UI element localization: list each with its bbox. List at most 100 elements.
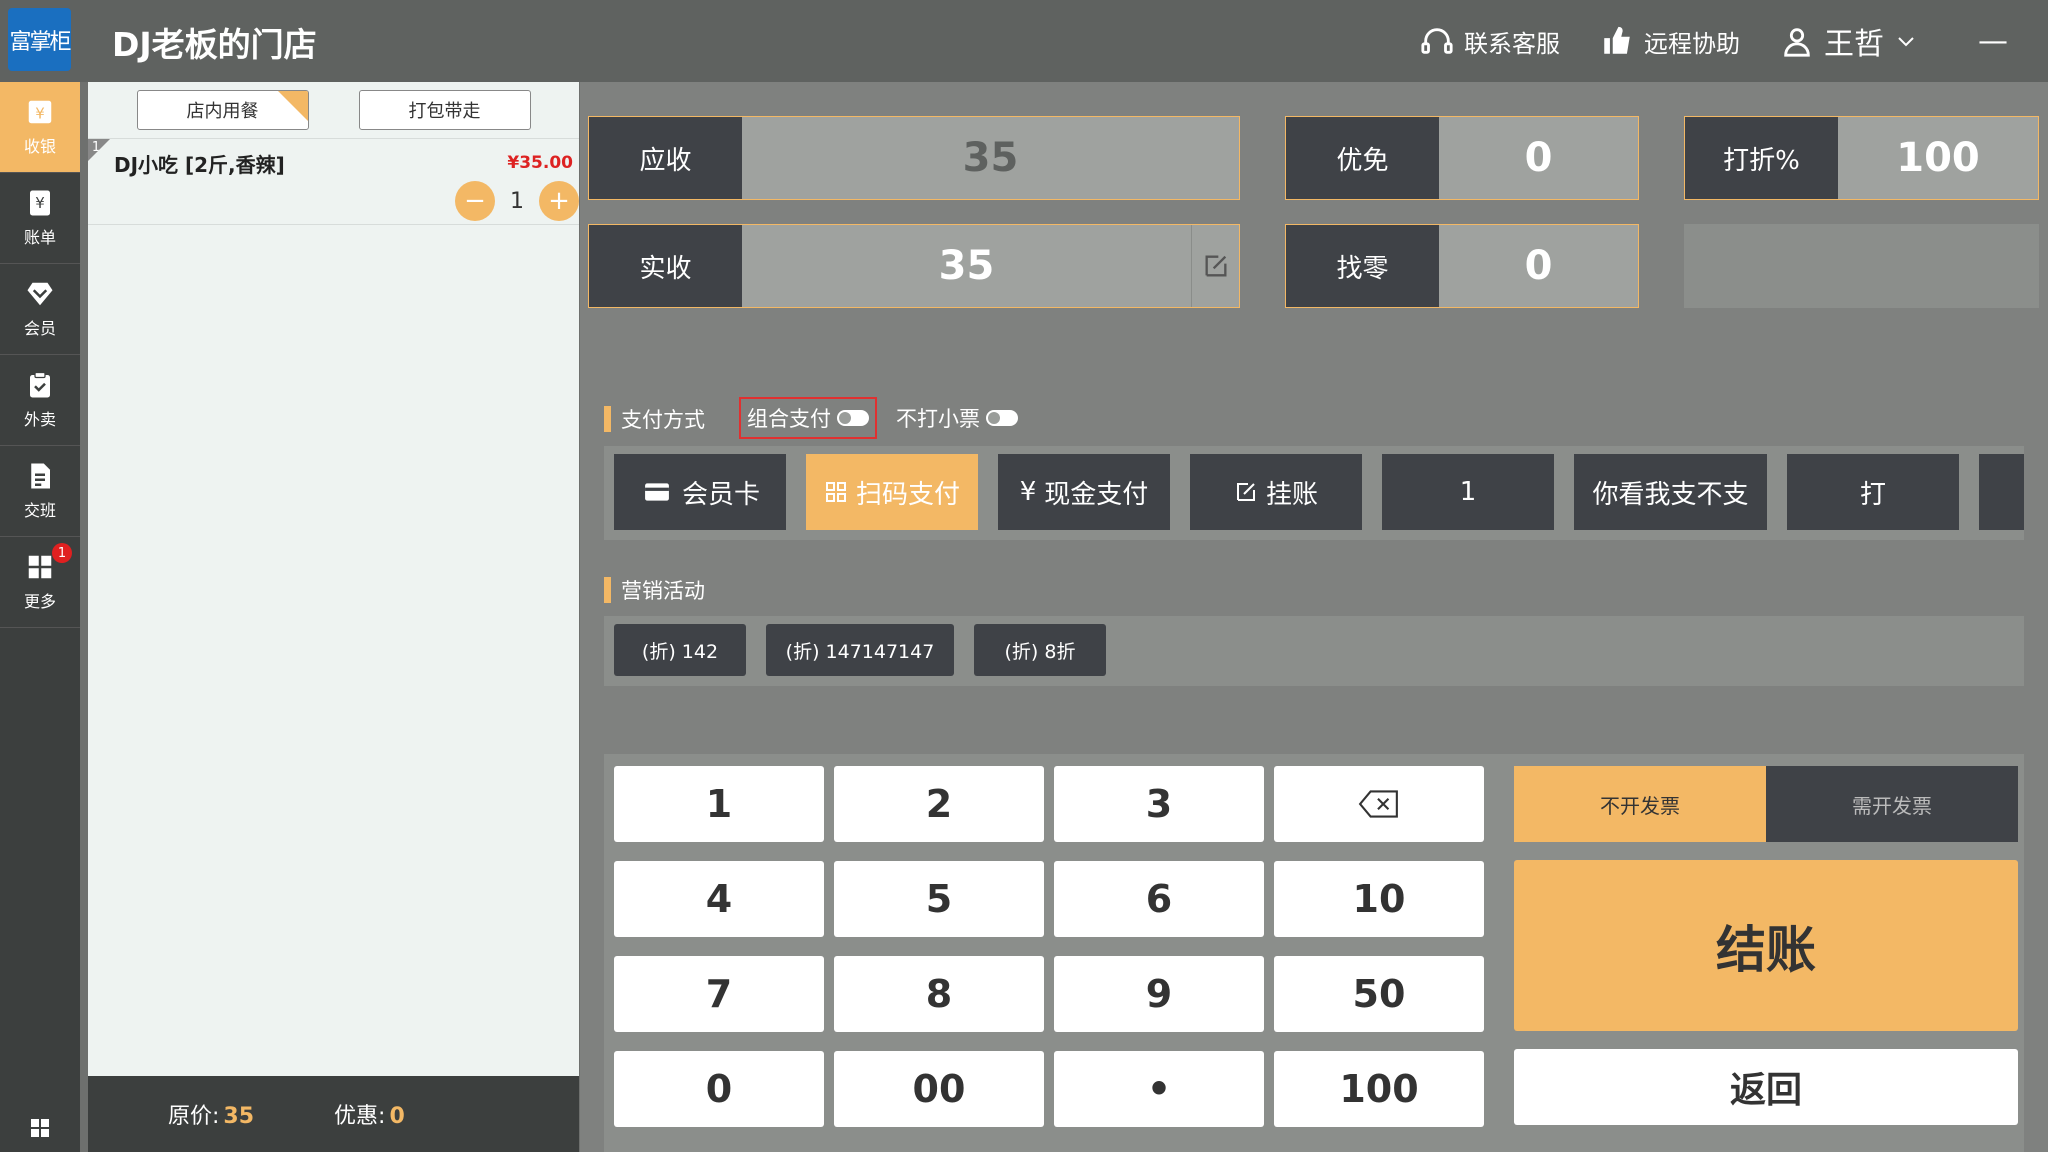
combo-payment-toggle[interactable]: 组合支付 — [739, 397, 877, 439]
pay-method-label: 1 — [1459, 477, 1477, 507]
no-invoice-option[interactable]: 不开发票 — [1514, 766, 1766, 842]
increase-button[interactable]: + — [539, 181, 579, 221]
promotion-item[interactable]: (折) 147147147 — [766, 624, 954, 676]
sidebar-item-cashier[interactable]: ¥ 收银 — [0, 82, 80, 173]
key-decimal[interactable]: • — [1054, 1051, 1264, 1127]
receivable-box: 应收 35 — [588, 116, 1240, 200]
sidebar-label: 会员 — [23, 319, 56, 338]
key-6[interactable]: 6 — [1054, 861, 1264, 937]
key-1[interactable]: 1 — [614, 766, 824, 842]
apps-grid-button[interactable] — [0, 1116, 80, 1140]
sidebar: ¥ 收银 ¥ 账单 会员 外卖 交班 更多 1 — [0, 82, 80, 1152]
sidebar-item-takeout[interactable]: 外卖 — [0, 355, 80, 446]
sidebar-item-more[interactable]: 更多 1 — [0, 537, 80, 628]
remote-assist-button[interactable]: 远程协助 — [1600, 24, 1740, 59]
sidebar-label: 外卖 — [23, 410, 56, 429]
notification-badge: 1 — [52, 543, 72, 563]
original-price-label: 原价: — [168, 1104, 220, 1129]
key-9[interactable]: 9 — [1054, 956, 1264, 1032]
user-icon — [1784, 28, 1810, 57]
key-10[interactable]: 10 — [1274, 861, 1484, 937]
key-5[interactable]: 5 — [834, 861, 1044, 937]
promotion-item[interactable]: (折) 8折 — [974, 624, 1106, 676]
quantity-stepper: − 1 + — [455, 181, 579, 221]
pay-qr-button[interactable]: 扫码支付 — [806, 454, 978, 530]
received-box[interactable]: 实收 35 — [588, 224, 1240, 308]
backspace-button[interactable] — [1274, 766, 1484, 842]
checkout-button[interactable]: 结账 — [1514, 860, 2018, 1031]
customer-service-label: 联系客服 — [1464, 29, 1560, 58]
yen-icon: ¥ — [1019, 477, 1037, 507]
qr-code-icon — [825, 482, 846, 502]
key-0[interactable]: 0 — [614, 1051, 824, 1127]
top-bar: 富掌柜 DJ老板的门店 联系客服 远程协助 王哲 — — [0, 0, 2048, 82]
cashier-icon: ¥ — [28, 100, 52, 124]
key-7[interactable]: 7 — [614, 956, 824, 1032]
sidebar-item-member[interactable]: 会员 — [0, 264, 80, 355]
member-icon — [27, 282, 53, 306]
pay-method-custom-1[interactable]: 1 — [1382, 454, 1554, 530]
need-invoice-option[interactable]: 需开发票 — [1766, 766, 2018, 842]
change-label: 找零 — [1286, 225, 1439, 307]
change-box: 找零 0 — [1285, 224, 1639, 308]
pay-method-custom-2[interactable]: 你看我支不支 — [1574, 454, 1767, 530]
no-receipt-toggle[interactable]: 不打小票 — [896, 403, 1018, 433]
pay-method-custom-3[interactable]: 打 — [1787, 454, 1959, 530]
pay-member-card-button[interactable]: 会员卡 — [614, 454, 786, 530]
customer-service-button[interactable]: 联系客服 — [1420, 24, 1560, 59]
sidebar-label: 收银 — [23, 137, 56, 156]
promotion-list: (折) 142 (折) 147147147 (折) 8折 — [604, 616, 2024, 686]
order-panel: 店内用餐 打包带走 1 DJ小吃 [2斤,香辣] ¥35.00 − 1 + — [88, 82, 579, 1076]
toggle-switch-icon[interactable] — [837, 410, 869, 426]
original-price-value: 35 — [223, 1104, 255, 1129]
sidebar-item-bill[interactable]: ¥ 账单 — [0, 173, 80, 264]
sidebar-item-shift[interactable]: 交班 — [0, 446, 80, 537]
user-menu[interactable]: 王哲 — [1780, 19, 1918, 63]
tab-takeaway[interactable]: 打包带走 — [358, 90, 531, 130]
no-receipt-label: 不打小票 — [896, 407, 980, 431]
backspace-icon — [1358, 790, 1398, 818]
receivable-value: 35 — [742, 117, 1239, 199]
invoice-toggle: 不开发票 需开发票 — [1514, 766, 2018, 842]
promotion-item[interactable]: (折) 142 — [614, 624, 746, 676]
payment-title-text: 支付方式 — [621, 408, 705, 432]
tab-dine-in[interactable]: 店内用餐 — [136, 90, 309, 130]
section-marker — [604, 406, 611, 432]
original-price: 原价: 35 — [168, 1098, 254, 1130]
received-value: 35 — [742, 225, 1191, 307]
grid-icon — [31, 1119, 49, 1137]
card-icon — [645, 483, 669, 501]
headset-icon — [1421, 28, 1453, 54]
discount-box[interactable]: 优免 0 — [1285, 116, 1639, 200]
sidebar-label: 更多 — [23, 592, 56, 611]
decrease-button[interactable]: − — [455, 181, 495, 221]
toggle-switch-icon[interactable] — [986, 410, 1018, 426]
key-50[interactable]: 50 — [1274, 956, 1484, 1032]
pay-cash-button[interactable]: ¥ 现金支付 — [998, 454, 1170, 530]
user-name: 王哲 — [1824, 27, 1884, 62]
back-button[interactable]: 返回 — [1514, 1049, 2018, 1125]
key-8[interactable]: 8 — [834, 956, 1044, 1032]
checkout-area: 应收 35 优免 0 打折% 100 实收 35 找零 0 支付方式 组合支付 … — [580, 82, 2048, 1152]
received-label: 实收 — [589, 225, 742, 307]
pay-credit-button[interactable]: 挂账 — [1190, 454, 1362, 530]
key-4[interactable]: 4 — [614, 861, 824, 937]
order-item[interactable]: 1 DJ小吃 [2斤,香辣] ¥35.00 − 1 + — [88, 139, 579, 225]
order-footer: 原价: 35 优惠: 0 — [88, 1076, 579, 1152]
tab-label: 打包带走 — [408, 101, 481, 122]
key-00[interactable]: 00 — [834, 1051, 1044, 1127]
minimize-button[interactable]: — — [1978, 24, 2008, 59]
key-2[interactable]: 2 — [834, 766, 1044, 842]
remote-assist-label: 远程协助 — [1644, 29, 1740, 58]
payment-section-title: 支付方式 — [604, 404, 705, 434]
key-3[interactable]: 3 — [1054, 766, 1264, 842]
bill-icon: ¥ — [30, 190, 50, 216]
edit-amount-button[interactable] — [1191, 225, 1239, 307]
pay-method-overflow[interactable] — [1979, 454, 2024, 530]
pay-method-label: 会员卡 — [681, 479, 760, 510]
promotion-section-title: 营销活动 — [604, 575, 705, 605]
key-100[interactable]: 100 — [1274, 1051, 1484, 1127]
discount-rate-box[interactable]: 打折% 100 — [1684, 116, 2039, 200]
summary-empty-slot — [1684, 224, 2039, 308]
sidebar-label: 账单 — [23, 228, 56, 247]
